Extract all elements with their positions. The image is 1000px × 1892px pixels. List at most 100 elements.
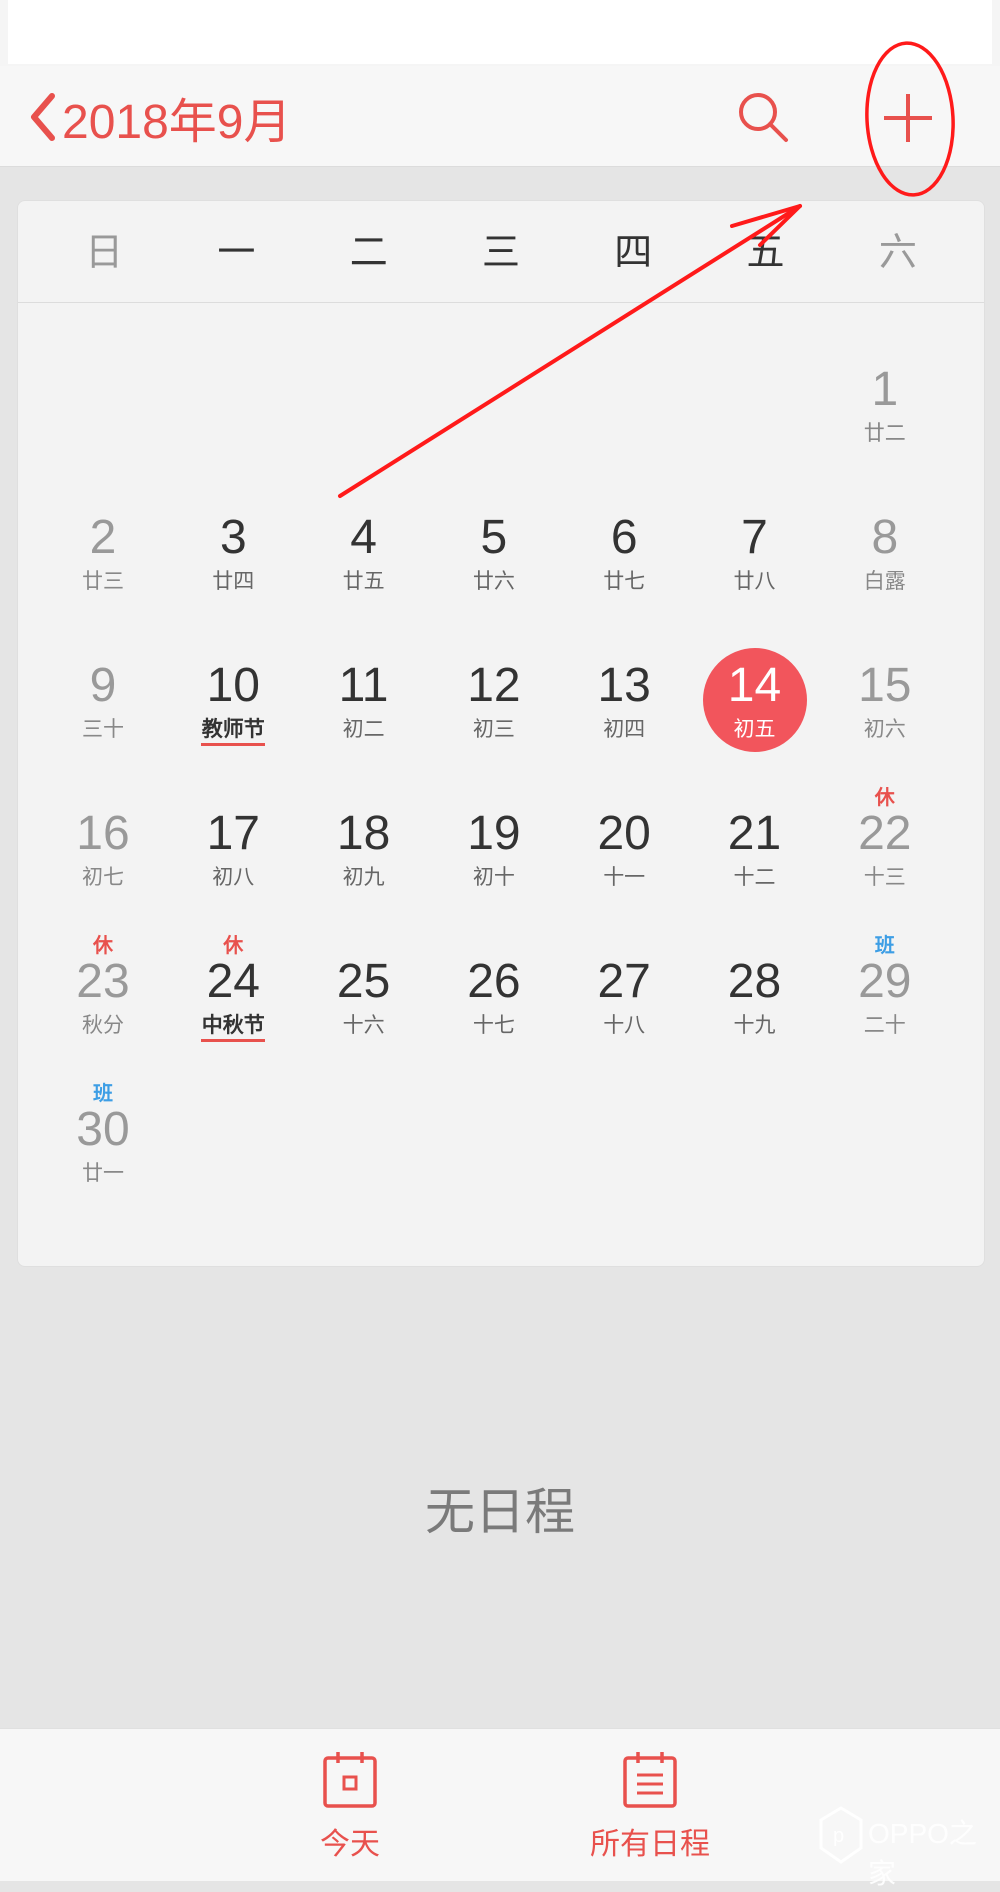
day-cell[interactable]: 2 廿三 <box>38 449 168 597</box>
lunar-date: 初四 <box>603 717 646 741</box>
weekday-label: 五 <box>746 230 785 274</box>
day-cell[interactable]: 休 24 中秋节 <box>168 893 298 1042</box>
day-badge: 班 <box>874 933 895 957</box>
day-cell[interactable]: 5 廿六 <box>429 449 559 597</box>
lunar-date: 廿六 <box>472 569 515 593</box>
day-cell[interactable]: 3 廿四 <box>168 449 298 597</box>
lunar-date: 十一 <box>603 865 646 889</box>
day-cell[interactable]: 19 初十 <box>429 745 559 893</box>
day-cell[interactable]: 25 十六 <box>299 893 429 1041</box>
today-tab-label: 今天 <box>320 1827 380 1862</box>
day-cell[interactable]: 12 初三 <box>429 597 559 745</box>
day-number: 24 <box>206 955 260 1008</box>
day-cell[interactable]: 21 十二 <box>690 745 820 893</box>
day-number: 7 <box>741 511 768 564</box>
day-cell-today[interactable]: 14 初五 <box>690 597 820 752</box>
lunar-date: 十九 <box>733 1013 776 1037</box>
day-number: 8 <box>871 511 899 564</box>
status-bar <box>0 0 1000 66</box>
day-number: 10 <box>206 659 260 712</box>
day-number: 29 <box>858 955 912 1008</box>
day-number: 19 <box>467 807 521 860</box>
empty-schedule-text: 无日程 <box>425 1483 575 1541</box>
day-badge: 休 <box>874 785 895 809</box>
day-number: 30 <box>76 1103 130 1156</box>
day-cell[interactable]: 休 22 十三 <box>820 745 950 893</box>
lunar-date: 廿三 <box>82 569 124 593</box>
lunar-date: 十二 <box>733 865 776 889</box>
lunar-date: 中秋节 <box>201 1013 265 1037</box>
day-cell[interactable]: 27 十八 <box>559 893 689 1041</box>
day-cell[interactable]: 4 廿五 <box>299 449 429 597</box>
day-cell[interactable]: 班 30 廿一 <box>38 1041 168 1189</box>
lunar-date: 教师节 <box>201 717 265 741</box>
lunar-date: 初五 <box>733 717 776 741</box>
all-events-tab[interactable]: 所有日程 <box>565 1749 735 1869</box>
lunar-date: 秋分 <box>82 1013 124 1037</box>
day-number: 9 <box>89 659 117 712</box>
day-number: 12 <box>467 659 521 712</box>
weekday-header: 日 一 二 三 四 五 六 <box>18 201 984 303</box>
day-number: 5 <box>480 511 508 564</box>
lunar-date: 初七 <box>82 865 124 889</box>
weekday-label: 三 <box>481 230 520 274</box>
festival-underline <box>201 1039 266 1042</box>
day-cell[interactable]: 13 初四 <box>559 597 689 745</box>
plus-icon <box>880 90 936 150</box>
day-cell[interactable]: 16 初七 <box>38 745 168 893</box>
top-app-bar: 2018年9月 <box>0 66 1000 167</box>
day-cell[interactable]: 7 廿八 <box>690 449 820 597</box>
day-cell[interactable]: 28 十九 <box>690 893 820 1041</box>
day-cell[interactable]: 17 初八 <box>168 745 298 893</box>
day-number: 4 <box>350 511 377 564</box>
all-events-tab-label: 所有日程 <box>590 1827 710 1862</box>
day-number: 22 <box>858 807 912 860</box>
today-tab[interactable]: 今天 <box>265 1749 435 1869</box>
day-number: 1 <box>871 363 899 416</box>
day-number: 13 <box>597 659 651 712</box>
search-button[interactable] <box>722 78 806 162</box>
watermark: p OPPO之家 <box>816 1800 996 1889</box>
day-badge: 休 <box>223 933 244 957</box>
day-number: 11 <box>338 659 389 712</box>
svg-text:p: p <box>833 1825 844 1847</box>
lunar-date: 廿七 <box>603 569 646 593</box>
lunar-date: 初九 <box>342 865 385 889</box>
day-number: 18 <box>336 807 391 860</box>
day-cell[interactable]: 26 十七 <box>429 893 559 1041</box>
lunar-date: 初八 <box>212 865 255 889</box>
day-cell[interactable]: 15 初六 <box>820 597 950 745</box>
calendar-today-icon <box>320 1752 380 1815</box>
day-number: 27 <box>597 955 651 1008</box>
day-number: 2 <box>89 511 117 564</box>
watermark-text: OPPO之家 <box>868 1818 977 1889</box>
lunar-date: 初六 <box>863 717 906 741</box>
lunar-date: 廿四 <box>212 569 255 593</box>
add-event-button[interactable] <box>866 78 950 162</box>
month-calendar: 日 一 二 三 四 五 六 1 廿二 2 廿三 3 廿四 4 廿五 5 廿六 6 廿七 7 廿八 8 白露 9 三… <box>17 200 985 1267</box>
lunar-date: 初三 <box>472 717 515 741</box>
month-title[interactable]: 2018年9月 <box>62 82 291 152</box>
day-cell[interactable]: 6 廿七 <box>559 449 689 597</box>
lunar-date: 廿一 <box>82 1161 124 1185</box>
day-cell[interactable]: 1 廿二 <box>820 301 950 449</box>
day-cell[interactable]: 班 29 二十 <box>820 893 950 1041</box>
weekday-label: 四 <box>614 230 653 274</box>
back-button[interactable]: 2018年9月 <box>28 82 291 152</box>
day-cell[interactable]: 9 三十 <box>38 597 168 745</box>
day-cell[interactable]: 18 初九 <box>299 745 429 893</box>
day-number: 23 <box>76 955 130 1008</box>
day-cell[interactable]: 10 教师节 <box>168 597 298 746</box>
lunar-date: 初二 <box>342 717 385 741</box>
day-cell[interactable]: 11 初二 <box>299 597 429 745</box>
day-cell[interactable]: 休 23 秋分 <box>38 893 168 1041</box>
day-number: 26 <box>467 955 521 1008</box>
lunar-date: 廿五 <box>342 569 385 593</box>
day-cell[interactable]: 8 白露 <box>820 449 950 597</box>
lunar-date: 廿八 <box>733 569 776 593</box>
day-number: 15 <box>858 659 912 712</box>
day-number: 28 <box>727 955 782 1008</box>
day-number: 21 <box>727 807 782 860</box>
day-badge: 班 <box>93 1081 113 1105</box>
day-cell[interactable]: 20 十一 <box>559 745 689 893</box>
